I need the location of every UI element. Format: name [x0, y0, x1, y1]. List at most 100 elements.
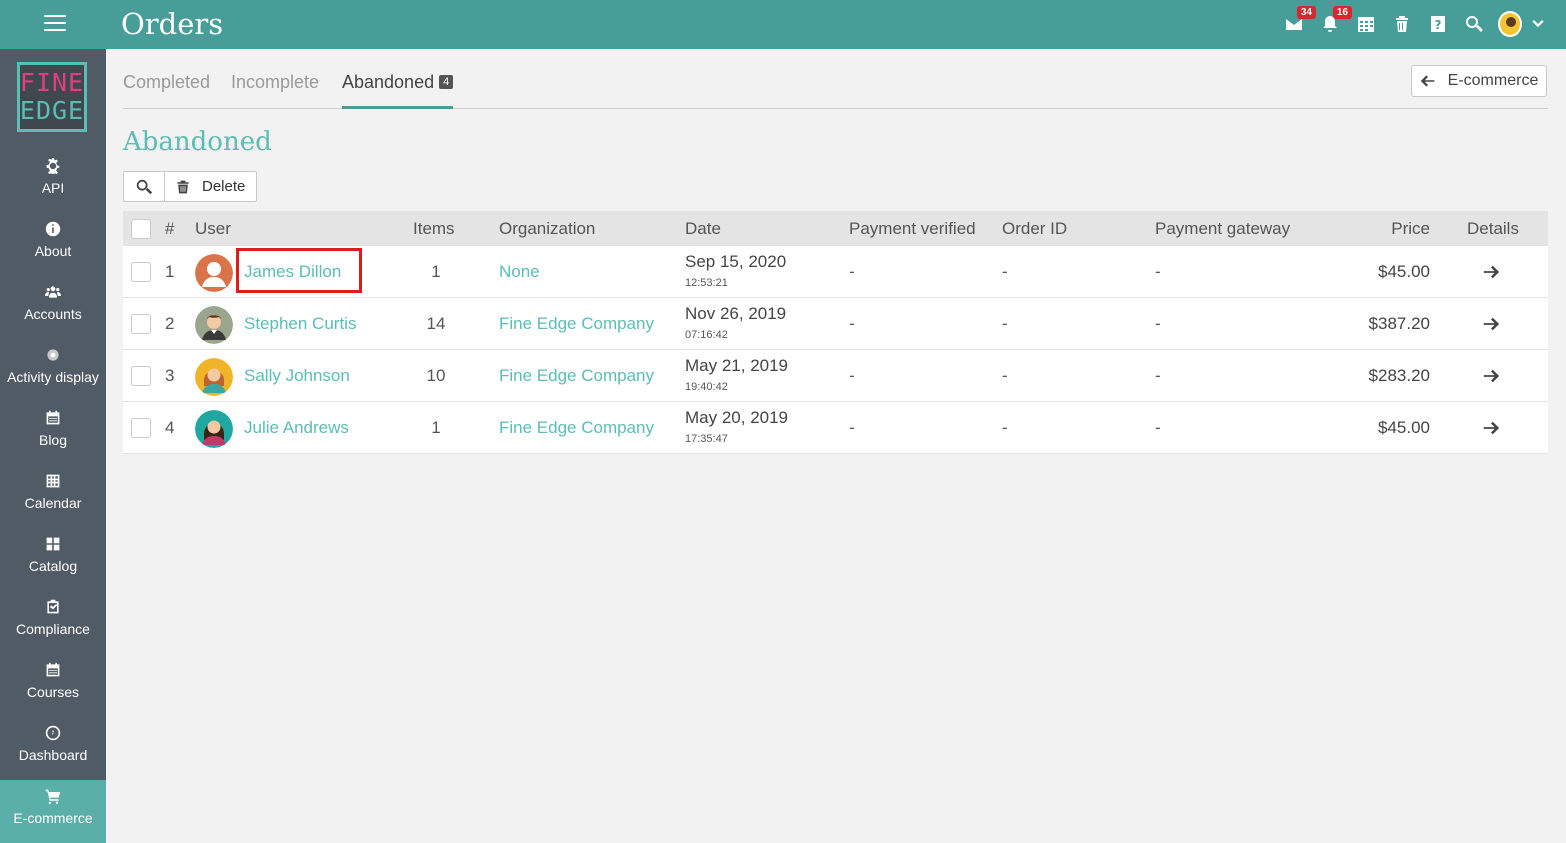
table-row: 4 Julie Andrews 1 Fine Edge Company May … [123, 402, 1548, 454]
organization-link[interactable]: None [499, 262, 540, 282]
avatar [195, 410, 233, 448]
order-id: - [1002, 314, 1008, 333]
calendar-icon [46, 410, 60, 425]
row-number: 4 [165, 418, 175, 437]
organization-link[interactable]: Fine Edge Company [499, 366, 654, 386]
row-checkbox[interactable] [131, 418, 151, 438]
row-checkbox[interactable] [131, 366, 151, 386]
info-icon [45, 221, 61, 237]
row-number: 2 [165, 314, 175, 333]
tab-label: Abandoned [342, 72, 435, 92]
details-arrow-icon[interactable] [1479, 416, 1503, 440]
sidebar-item-calendar[interactable]: Calendar [0, 465, 106, 528]
col-organization[interactable]: Organization [499, 219, 595, 239]
sidebar-item-label: Calendar [24, 495, 82, 511]
row-checkbox[interactable] [131, 314, 151, 334]
bell-badge: 16 [1332, 6, 1352, 19]
delete-button[interactable]: Delete [165, 172, 256, 201]
order-time: 19:40:42 [685, 381, 728, 393]
sidebar-item-label: Activity display [7, 369, 99, 385]
chevron-down-icon[interactable] [1530, 12, 1546, 36]
price: $283.20 [1368, 366, 1430, 385]
sidebar-item-label: Catalog [28, 558, 78, 574]
price: $45.00 [1378, 262, 1430, 281]
items-count: 10 [426, 366, 446, 385]
items-count: 1 [431, 418, 441, 437]
payment-verified: - [849, 262, 855, 281]
svg-text:?: ? [1435, 18, 1442, 32]
sidebar-item-label: Courses [26, 684, 80, 700]
tab-incomplete[interactable]: Incomplete [231, 72, 319, 109]
trash-icon[interactable] [1390, 12, 1414, 36]
payment-gateway: - [1155, 418, 1161, 437]
sidebar-item-api[interactable]: API [0, 150, 106, 213]
user-link[interactable]: James Dillon [244, 262, 341, 282]
order-date: May 21, 2019 [685, 356, 789, 375]
col-user[interactable]: User [195, 219, 231, 239]
order-date: Nov 26, 2019 [685, 304, 787, 323]
organization-link[interactable]: Fine Edge Company [499, 418, 654, 438]
search-icon[interactable] [1462, 12, 1486, 36]
help-icon[interactable]: ? [1426, 12, 1450, 36]
tab-abandoned[interactable]: Abandoned 4 [342, 72, 454, 109]
payment-gateway: - [1155, 262, 1161, 281]
col-price[interactable]: Price [1391, 219, 1430, 239]
delete-label: Delete [202, 178, 246, 195]
book-icon [46, 662, 60, 677]
col-payment-verified[interactable]: Payment verified [849, 219, 976, 239]
logo-line-1: FINE [19, 68, 85, 97]
sidebar-item-catalog[interactable]: Catalog [0, 528, 106, 591]
sidebar-item-label: E-commerce [13, 810, 93, 826]
details-arrow-icon[interactable] [1479, 260, 1503, 284]
menu-icon[interactable] [44, 15, 66, 33]
calendar-icon[interactable] [1354, 12, 1378, 36]
row-checkbox[interactable] [131, 262, 151, 282]
sidebar-item-accounts[interactable]: Accounts [0, 276, 106, 339]
col-items[interactable]: Items [413, 219, 455, 239]
back-button-label: E-commerce [1447, 72, 1539, 89]
sidebar-item-label: API [41, 180, 65, 196]
orders-table: # User Items Organization Date Payment v… [123, 211, 1548, 454]
section-title: Abandoned [123, 127, 272, 157]
sidebar-item-dashboard[interactable]: Dashboard [0, 717, 106, 780]
col-order-id[interactable]: Order ID [1002, 219, 1067, 239]
grid-icon [46, 474, 60, 488]
sidebar-item-label: Compliance [16, 621, 90, 637]
cart-icon [45, 789, 61, 804]
sidebar: FINE EDGE API About Accounts Activity di… [0, 49, 106, 843]
sidebar-item-courses[interactable]: Courses [0, 654, 106, 717]
col-date[interactable]: Date [685, 219, 721, 239]
mail-icon[interactable]: 34 [1282, 6, 1316, 36]
sidebar-item-compliance[interactable]: Compliance [0, 591, 106, 654]
bell-icon[interactable]: 16 [1318, 6, 1352, 36]
back-to-e-commerce-button[interactable]: E-commerce [1411, 65, 1547, 97]
order-time: 12:53:21 [685, 277, 728, 289]
gauge-icon [45, 725, 61, 741]
organization-link[interactable]: Fine Edge Company [499, 314, 654, 334]
user-link[interactable]: Sally Johnson [244, 366, 350, 386]
sidebar-item-e-commerce[interactable]: E-commerce [0, 780, 106, 843]
user-link[interactable]: Julie Andrews [244, 418, 349, 438]
page-title: Orders [121, 7, 224, 41]
col-payment-gateway[interactable]: Payment gateway [1155, 219, 1290, 239]
fine-edge-logo[interactable]: FINE EDGE [17, 62, 87, 132]
user-link[interactable]: Stephen Curtis [244, 314, 356, 334]
tab-completed[interactable]: Completed [123, 72, 210, 109]
order-id: - [1002, 418, 1008, 437]
sidebar-item-about[interactable]: About [0, 213, 106, 276]
user-avatar[interactable] [1498, 11, 1522, 37]
details-arrow-icon[interactable] [1479, 364, 1503, 388]
order-id: - [1002, 262, 1008, 281]
sidebar-item-activity-display[interactable]: Activity display [0, 339, 106, 402]
order-time: 07:16:42 [685, 329, 728, 341]
details-arrow-icon[interactable] [1479, 312, 1503, 336]
sidebar-item-blog[interactable]: Blog [0, 402, 106, 465]
order-date: Sep 15, 2020 [685, 252, 787, 271]
items-count: 14 [426, 314, 446, 333]
search-button[interactable] [124, 172, 165, 201]
arrow-left-icon [1420, 75, 1435, 87]
tab-count-badge: 4 [439, 75, 454, 89]
payment-verified: - [849, 418, 855, 437]
select-all-checkbox[interactable] [131, 219, 151, 239]
payment-gateway: - [1155, 366, 1161, 385]
